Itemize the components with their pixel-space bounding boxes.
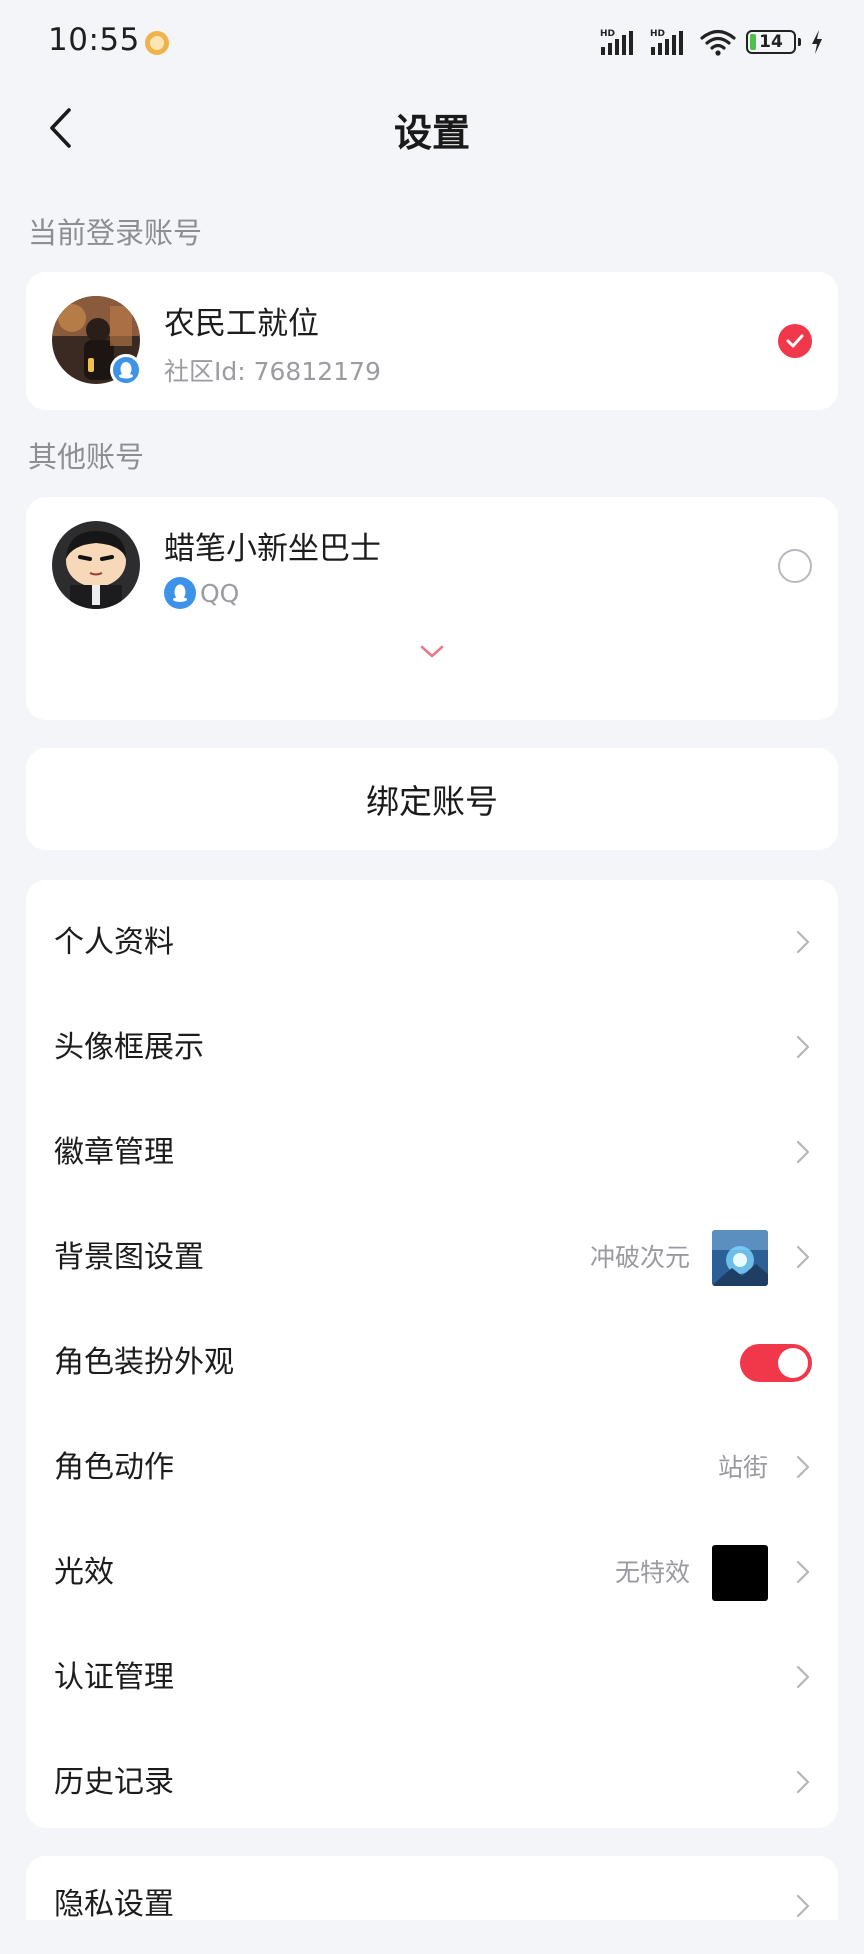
avatar [52,521,140,609]
svg-text:HD: HD [650,29,665,39]
menu-item-privacy[interactable]: 隐私设置 [26,1856,838,1922]
chevron-right-icon [796,1560,810,1584]
current-account-row[interactable]: 农民工就位 社区Id: 76812179 [26,272,838,408]
chevron-right-icon [796,1245,810,1269]
menu-item-label: 角色动作 [54,1450,174,1485]
page-title: 设置 [393,111,470,155]
wifi-icon [700,29,736,56]
menu-item-label: 头像框展示 [54,1030,204,1065]
account-platform: QQ [164,577,239,609]
menu-item-label: 认证管理 [54,1660,174,1695]
hd-signal-icon: HD [600,29,633,55]
appearance-toggle[interactable] [740,1344,812,1382]
menu-item-label: 光效 [54,1555,114,1590]
menu-item-profile[interactable]: 个人资料 [26,890,838,995]
menu-item-avatar-frame[interactable]: 头像框展示 [26,995,838,1100]
charging-icon [812,30,822,54]
qq-badge-icon [110,354,142,386]
community-id: 社区Id: 76812179 [164,357,381,386]
settings-menu-card: 个人资料 头像框展示 徽章管理 背景图设置 冲破次元 角色装扮外观 角色动作 站… [26,880,838,1828]
status-time: 10:55 [48,22,140,58]
background-thumbnail [712,1230,768,1286]
avatar-image [52,521,140,609]
menu-item-light-effect[interactable]: 光效 无特效 [26,1520,838,1625]
current-account-label: 当前登录账号 [28,216,203,250]
other-account-row[interactable]: 蜡笔小新坐巴士 QQ [26,497,838,633]
status-icons: HD HD 14 [600,22,824,62]
radio-unselected-icon[interactable] [778,549,812,583]
other-accounts-card: 蜡笔小新坐巴士 QQ [26,497,838,720]
avatar [52,296,142,386]
chevron-right-icon [796,1665,810,1689]
menu-item-history[interactable]: 历史记录 [26,1730,838,1835]
menu-item-badge-management[interactable]: 徽章管理 [26,1100,838,1205]
account-name: 蜡笔小新坐巴士 [164,531,381,567]
menu-item-character-action[interactable]: 角色动作 站街 [26,1415,838,1520]
other-accounts-label: 其他账号 [28,440,145,474]
menu-item-label: 角色装扮外观 [54,1345,234,1380]
menu-item-label: 历史记录 [54,1765,174,1800]
menu-item-character-appearance: 角色装扮外观 [26,1310,838,1415]
chevron-right-icon [796,930,810,954]
secondary-menu-card: 隐私设置 [26,1856,838,1922]
checkmark-selected-icon [778,324,812,358]
status-bar: 10:55 HD HD 14 [0,0,864,84]
chevron-right-icon [796,1894,810,1918]
qq-icon [164,577,196,609]
menu-item-label: 个人资料 [54,925,174,960]
menu-item-label: 背景图设置 [54,1240,204,1275]
bind-account-button[interactable]: 绑定账号 [26,748,838,850]
svg-text:HD: HD [600,29,615,39]
menu-item-verification[interactable]: 认证管理 [26,1625,838,1730]
menu-item-background[interactable]: 背景图设置 冲破次元 [26,1205,838,1310]
menu-item-value: 无特效 [614,1558,690,1587]
toggle-knob [778,1348,808,1378]
menu-item-value: 冲破次元 [589,1243,690,1272]
battery-level: 14 [759,31,783,52]
battery-icon: 14 [746,30,801,54]
chevron-right-icon [796,1035,810,1059]
chevron-right-icon [796,1455,810,1479]
chevron-right-icon [796,1140,810,1164]
header: 设置 [0,84,864,172]
menu-item-value: 站街 [717,1453,768,1482]
account-name: 农民工就位 [164,306,319,342]
menu-item-label: 徽章管理 [54,1135,174,1170]
chevron-right-icon [796,1770,810,1794]
hd-signal-icon: HD [650,29,683,55]
current-account-card: 农民工就位 社区Id: 76812179 [26,272,838,410]
notification-dot-icon [145,31,169,55]
light-effect-thumbnail [712,1545,768,1601]
chevron-down-icon[interactable] [419,643,445,661]
menu-item-label: 隐私设置 [54,1887,174,1922]
platform-label: QQ [200,578,240,608]
